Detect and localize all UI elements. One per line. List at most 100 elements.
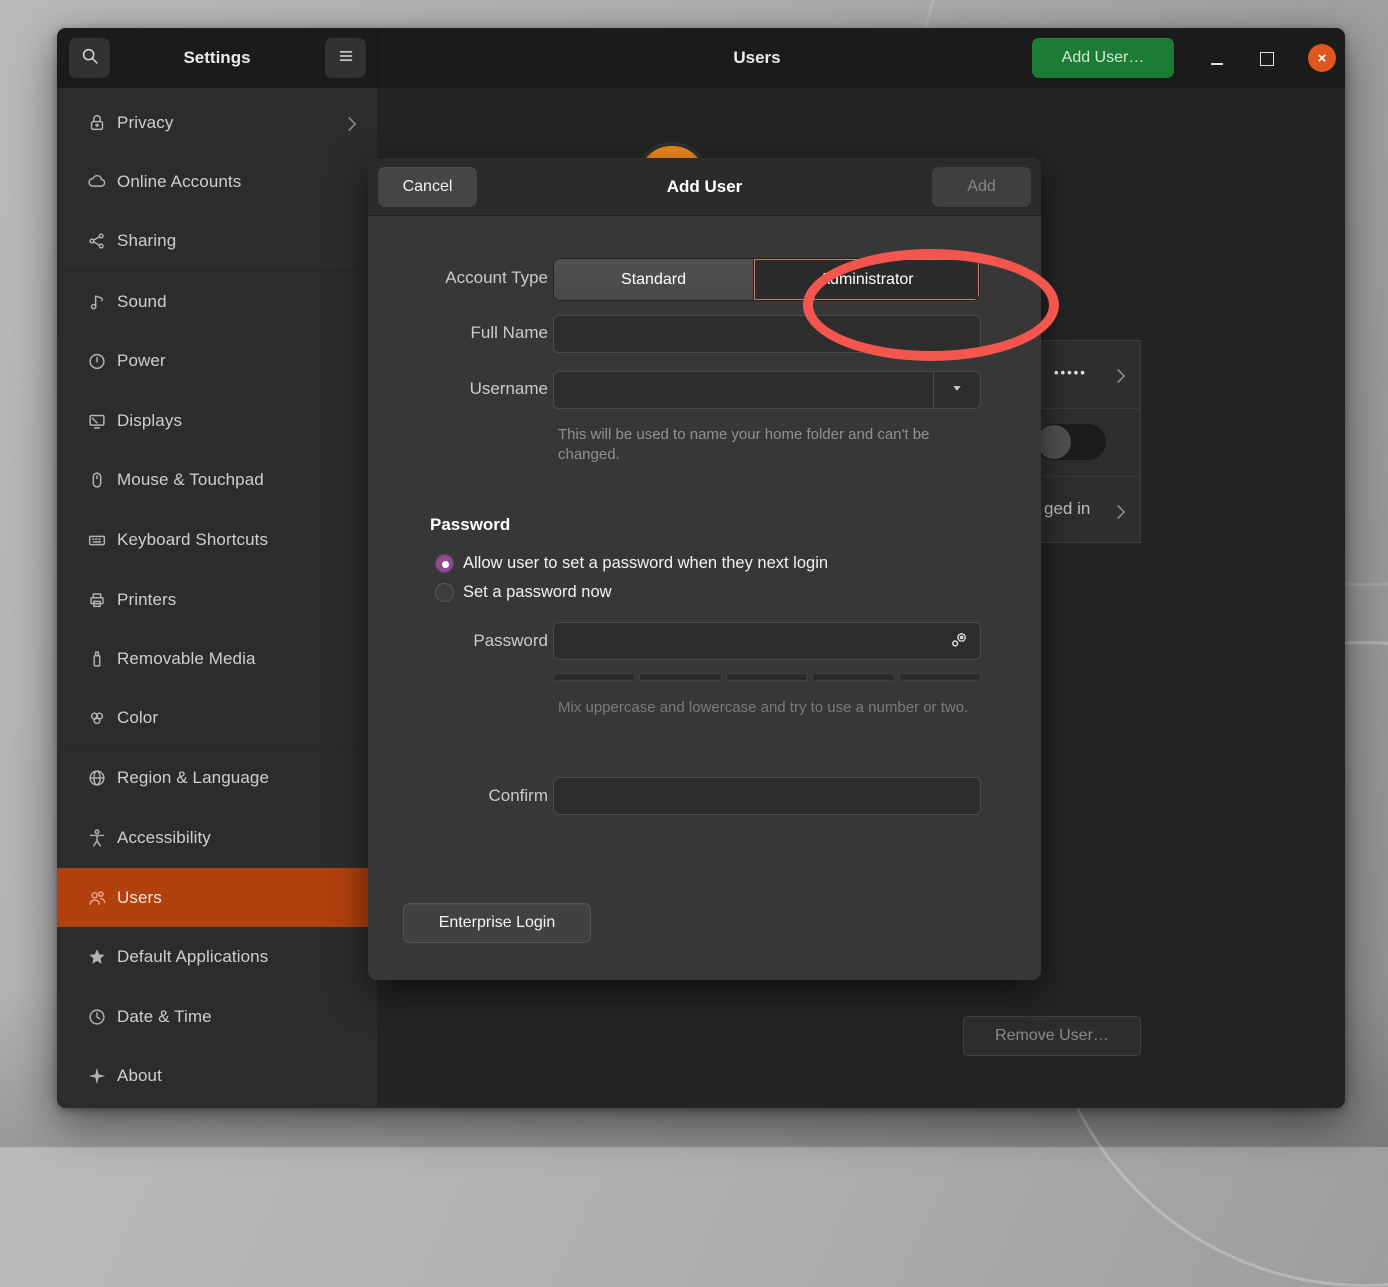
close-button[interactable]: ×	[1308, 44, 1336, 72]
clock-icon	[85, 1005, 109, 1029]
display-icon	[85, 409, 109, 433]
search-icon	[79, 45, 101, 72]
password-input[interactable]	[553, 622, 981, 660]
users-icon	[85, 886, 109, 910]
password-section-heading: Password	[430, 515, 510, 535]
settings-window: Settings Users Add User… × Privacy Online…	[57, 28, 1345, 1108]
remove-user-button[interactable]: Remove User…	[963, 1016, 1141, 1056]
minimize-button[interactable]	[1206, 46, 1228, 70]
sidebar-item-label: Removable Media	[117, 649, 361, 669]
mouse-icon	[85, 468, 109, 492]
maximize-button[interactable]	[1260, 52, 1274, 66]
full-name-input[interactable]	[553, 315, 981, 353]
add-user-button[interactable]: Add User…	[1032, 38, 1174, 78]
sidebar-item-label: Mouse & Touchpad	[117, 470, 361, 490]
password-label: Password	[368, 631, 548, 651]
full-name-label: Full Name	[368, 323, 548, 343]
username-combo	[553, 371, 981, 409]
strength-segment	[553, 673, 635, 681]
sidebar-item-about[interactable]: About	[57, 1047, 377, 1107]
radio-checked-icon	[435, 554, 454, 573]
strength-segment	[639, 673, 721, 681]
minimize-icon	[1211, 63, 1223, 65]
radio-password-next-login[interactable]: Allow user to set a password when they n…	[435, 552, 828, 574]
sidebar-item-label: Online Accounts	[117, 172, 361, 192]
account-type-standard-button[interactable]: Standard	[554, 259, 754, 300]
sidebar-item-keyboard-shortcuts[interactable]: Keyboard Shortcuts	[57, 510, 377, 570]
sparkle-icon	[85, 1064, 109, 1088]
share-icon	[85, 229, 109, 253]
sidebar-item-accessibility[interactable]: Accessibility	[57, 808, 377, 868]
sidebar-item-region-language[interactable]: Region & Language	[57, 749, 377, 809]
chevron-right-icon	[341, 113, 361, 133]
color-icon	[85, 706, 109, 730]
sidebar-item-sound[interactable]: Sound	[57, 272, 377, 332]
strength-segment	[726, 673, 808, 681]
strength-segment	[899, 673, 981, 681]
cancel-button[interactable]: Cancel	[378, 167, 477, 207]
sidebar-item-label: Default Applications	[117, 947, 361, 967]
password-strength-meter	[553, 673, 981, 681]
sidebar-item-date-time[interactable]: Date & Time	[57, 987, 377, 1047]
sidebar-item-power[interactable]: Power	[57, 331, 377, 391]
sidebar-item-default-applications[interactable]: Default Applications	[57, 927, 377, 987]
menu-button[interactable]	[325, 38, 366, 78]
add-user-dialog: Cancel Add User Add Account Type Standar…	[368, 158, 1041, 980]
password-dots: •••••	[1054, 365, 1087, 380]
sidebar-item-label: About	[117, 1066, 361, 1086]
sidebar-item-label: Power	[117, 351, 361, 371]
sidebar-item-label: Users	[117, 888, 361, 908]
confirm-label: Confirm	[368, 786, 548, 806]
headerbar: Settings Users Add User… ×	[57, 28, 1345, 88]
sidebar-item-label: Sound	[117, 292, 361, 312]
usb-icon	[85, 647, 109, 671]
sidebar-item-mouse-touchpad[interactable]: Mouse & Touchpad	[57, 451, 377, 511]
generate-password-icon[interactable]	[948, 629, 972, 653]
username-label: Username	[368, 379, 548, 399]
account-type-administrator-button[interactable]: Administrator	[754, 259, 979, 300]
password-hint: Mix uppercase and lowercase and try to u…	[558, 698, 970, 718]
username-dropdown-button[interactable]	[933, 372, 980, 408]
cloud-icon	[85, 170, 109, 194]
printer-icon	[85, 588, 109, 612]
sidebar-item-label: Displays	[117, 411, 361, 431]
sidebar-item-displays[interactable]: Displays	[57, 391, 377, 451]
logged-in-label: ged in	[1044, 499, 1090, 519]
sidebar-item-label: Accessibility	[117, 828, 361, 848]
lock-icon	[85, 111, 109, 135]
sidebar-item-printers[interactable]: Printers	[57, 570, 377, 630]
power-icon	[85, 349, 109, 373]
hamburger-icon	[335, 45, 357, 72]
sidebar-nav: Privacy Online Accounts Sharing Sound Power D…	[57, 88, 377, 1108]
dropdown-arrow-icon	[946, 377, 968, 404]
sidebar-item-users[interactable]: Users	[57, 868, 377, 928]
sidebar-item-removable-media[interactable]: Removable Media	[57, 629, 377, 689]
enterprise-login-button[interactable]: Enterprise Login	[403, 903, 591, 943]
sidebar-item-label: Printers	[117, 590, 361, 610]
radio-set-password-now[interactable]: Set a password now	[435, 581, 612, 603]
chevron-right-icon	[1110, 365, 1128, 383]
note-icon	[85, 290, 109, 314]
sidebar-item-label: Sharing	[117, 231, 361, 251]
confirm-input[interactable]	[553, 777, 981, 815]
accessibility-icon	[85, 826, 109, 850]
radio-unchecked-icon	[435, 583, 454, 602]
sidebar-item-label: Keyboard Shortcuts	[117, 530, 361, 550]
username-hint: This will be used to name your home fold…	[558, 425, 970, 466]
sidebar-item-color[interactable]: Color	[57, 689, 377, 749]
automatic-login-toggle[interactable]	[1036, 424, 1106, 460]
toggle-knob	[1037, 425, 1071, 459]
strength-segment	[812, 673, 894, 681]
search-button[interactable]	[69, 38, 110, 78]
globe-icon	[85, 766, 109, 790]
sidebar-item-privacy[interactable]: Privacy	[57, 93, 377, 153]
account-type-segmented-control: Standard Administrator	[553, 258, 980, 301]
username-input[interactable]	[553, 371, 981, 409]
sidebar-item-label: Color	[117, 708, 361, 728]
add-button[interactable]: Add	[932, 167, 1031, 207]
star-icon	[85, 945, 109, 969]
keyboard-icon	[85, 528, 109, 552]
sidebar-item-online-accounts[interactable]: Online Accounts	[57, 153, 377, 213]
sidebar-item-sharing[interactable]: Sharing	[57, 212, 377, 272]
sidebar-item-label: Date & Time	[117, 1007, 361, 1027]
